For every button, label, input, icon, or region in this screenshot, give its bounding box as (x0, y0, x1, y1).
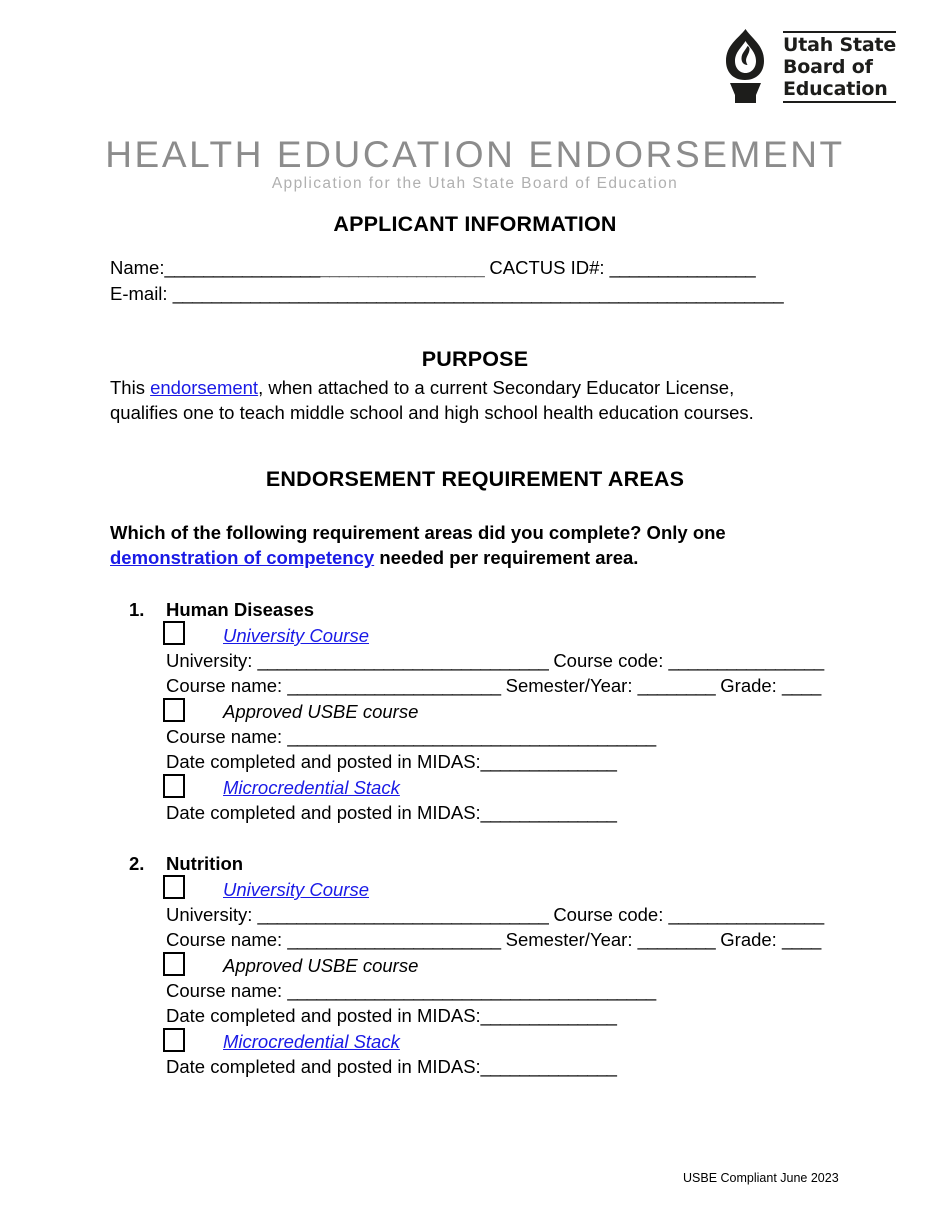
area-2-usbe-midas-label: Date completed and posted in MIDAS: (166, 1005, 481, 1026)
area-1-micro-midas-row: Date completed and posted in MIDAS:_____… (166, 800, 617, 826)
requirements-prompt-line-1: Which of the following requirement areas… (110, 522, 726, 543)
area-2-semester-year-rule[interactable]: ________ (638, 929, 716, 950)
area-2-usbe-course-name-label: Course name: (166, 980, 283, 1001)
area-2-coursename-row: Course name: ______________________ Seme… (166, 927, 821, 953)
area-2-university-rule[interactable]: ______________________________ (258, 904, 549, 925)
name-label: Name: (110, 257, 165, 278)
area-1-microcredential-stack-checkbox[interactable] (163, 774, 185, 798)
area-1-semester-year-rule[interactable]: ________ (638, 675, 716, 696)
purpose-heading: PURPOSE (421, 347, 529, 371)
area-2-approved-usbe-course-label: Approved USBE course (223, 955, 419, 976)
name-field-row: Name:_________________________________ C… (110, 255, 756, 281)
area-1-microcredential-stack-link[interactable]: Microcredential Stack (223, 775, 400, 801)
area-1-approved-usbe-course-label: Approved USBE course (223, 701, 419, 722)
area-1-university-row: University: ____________________________… (166, 648, 824, 674)
area-1-course-code-label: Course code: (553, 650, 664, 671)
area-2-micro-midas-label: Date completed and posted in MIDAS: (166, 1056, 481, 1077)
email-field-row: E-mail: ________________________________… (110, 281, 784, 307)
area-2-course-code-rule[interactable]: ________________ (669, 904, 825, 925)
requirements-prompt-post: needed per requirement area. (374, 547, 639, 568)
email-rule[interactable]: ________________________________________… (173, 283, 784, 304)
usbe-logo-wordmark: Utah State Board of Education (783, 31, 896, 103)
area-2-usbe-course-name-rule[interactable]: ______________________________________ (287, 980, 656, 1001)
area-2-micro-midas-rule[interactable]: ______________ (481, 1056, 617, 1077)
area-2-approved-usbe-course-checkbox[interactable] (163, 952, 185, 976)
area-2-university-row: University: ____________________________… (166, 902, 824, 928)
area-2-micro-midas-row: Date completed and posted in MIDAS:_____… (166, 1054, 617, 1080)
area-1-name: Human Diseases (166, 599, 315, 620)
area-1-semester-year-label: Semester/Year: (505, 675, 633, 696)
area-1-course-name-label: Course name: (166, 675, 283, 696)
area-1-number: 1. (129, 599, 145, 620)
demonstration-of-competency-link[interactable]: demonstration of competency (110, 547, 374, 568)
area-2-university-course-checkbox[interactable] (163, 875, 185, 899)
logo-line-1: Utah State (783, 34, 897, 56)
area-1-usbe-course-name-label: Course name: (166, 726, 283, 747)
area-2-usbe-coursename-row: Course name: ___________________________… (166, 978, 656, 1004)
area-1-grade-rule[interactable]: ____ (782, 675, 821, 696)
area-1-university-label: University: (166, 650, 253, 671)
purpose-text-post: , when attached to a current Secondary E… (258, 377, 735, 398)
page-subtitle: Application for the Utah State Board of … (271, 175, 679, 192)
applicant-information-heading: APPLICANT INFORMATION (333, 212, 617, 236)
name-rule-a[interactable]: ________________ (165, 257, 321, 278)
area-1-course-code-rule[interactable]: ________________ (669, 650, 825, 671)
area-2-grade-label: Grade: (720, 929, 777, 950)
logo-line-2: Board of (783, 56, 873, 78)
area-2-usbe-midas-row: Date completed and posted in MIDAS:_____… (166, 1003, 617, 1029)
area-1-coursename-row: Course name: ______________________ Seme… (166, 673, 821, 699)
area-2-microcredential-stack-checkbox[interactable] (163, 1028, 185, 1052)
footer-compliance-note: USBE Compliant June 2023 (683, 1171, 839, 1185)
area-1-usbe-course-name-rule[interactable]: ______________________________________ (287, 726, 656, 747)
requirements-prompt-line-2: demonstration of competency needed per r… (110, 545, 638, 571)
area-2-course-code-label: Course code: (553, 904, 664, 925)
area-1-micro-midas-rule[interactable]: ______________ (481, 802, 617, 823)
area-2-university-course-link[interactable]: University Course (223, 877, 369, 903)
area-2-name: Nutrition (166, 853, 244, 874)
endorsement-requirement-areas-heading: ENDORSEMENT REQUIREMENT AREAS (265, 467, 685, 491)
area-1-university-rule[interactable]: ______________________________ (258, 650, 549, 671)
usbe-logo: Utah State Board of Education (716, 24, 896, 110)
area-1-usbe-midas-label: Date completed and posted in MIDAS: (166, 751, 481, 772)
purpose-line-2: qualifies one to teach middle school and… (110, 402, 754, 423)
name-rule-b[interactable]: _________________ (320, 258, 485, 279)
area-2-course-name-rule[interactable]: ______________________ (287, 929, 501, 950)
area-1-micro-midas-label: Date completed and posted in MIDAS: (166, 802, 481, 823)
area-2-microcredential-stack-link[interactable]: Microcredential Stack (223, 1029, 400, 1055)
purpose-text-pre: This (110, 377, 151, 398)
area-1-usbe-midas-rule[interactable]: ______________ (481, 751, 617, 772)
area-1-university-course-checkbox[interactable] (163, 621, 185, 645)
cactus-id-rule[interactable]: _______________ (610, 257, 756, 278)
area-1-grade-label: Grade: (720, 675, 777, 696)
torch-flame-icon (716, 27, 774, 107)
purpose-line-1: This endorsement, when attached to a cur… (110, 375, 734, 401)
area-1-usbe-midas-row: Date completed and posted in MIDAS:_____… (166, 749, 617, 775)
document-page: Utah State Board of Education HEALTH EDU… (0, 0, 950, 1230)
area-2-number: 2. (129, 853, 145, 874)
area-2-course-name-label: Course name: (166, 929, 283, 950)
area-1-course-name-rule[interactable]: ______________________ (287, 675, 501, 696)
endorsement-link[interactable]: endorsement (150, 377, 258, 398)
area-2-usbe-midas-rule[interactable]: ______________ (481, 1005, 617, 1026)
page-title: HEALTH EDUCATION ENDORSEMENT (105, 134, 845, 175)
area-2-university-label: University: (166, 904, 253, 925)
cactus-id-label: CACTUS ID#: (489, 257, 605, 278)
area-2-semester-year-label: Semester/Year: (505, 929, 633, 950)
logo-line-3: Education (783, 78, 888, 100)
email-label: E-mail: (110, 283, 168, 304)
area-1-approved-usbe-course-checkbox[interactable] (163, 698, 185, 722)
area-1-university-course-link[interactable]: University Course (223, 623, 369, 649)
area-2-grade-rule[interactable]: ____ (782, 929, 821, 950)
area-1-usbe-coursename-row: Course name: ___________________________… (166, 724, 656, 750)
